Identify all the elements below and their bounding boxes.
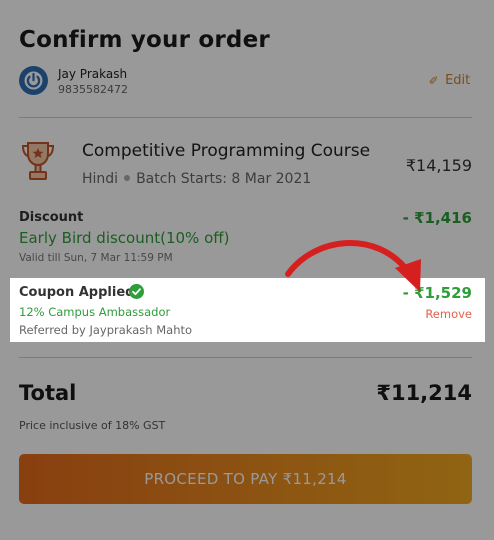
total-amount: ₹11,214 <box>376 381 472 405</box>
divider <box>19 357 472 358</box>
discount-name: Early Bird discount(10% off) <box>19 229 230 247</box>
discount-amount: - ₹1,416 <box>402 209 472 227</box>
discount-validity: Valid till Sun, 7 Mar 11:59 PM <box>19 252 173 264</box>
course-batch: Batch Starts: 8 Mar 2021 <box>136 171 312 187</box>
course-language: Hindi <box>82 171 119 187</box>
remove-coupon-button[interactable]: Remove <box>425 307 472 321</box>
coupon-name: 12% Campus Ambassador <box>19 305 171 319</box>
user-phone: 9835582472 <box>58 83 128 96</box>
course-title: Competitive Programming Course <box>82 141 371 161</box>
total-label: Total <box>19 381 77 405</box>
power-icon <box>24 71 43 90</box>
curved-arrow-icon <box>285 239 421 292</box>
course-meta: Hindi Batch Starts: 8 Mar 2021 <box>82 171 311 187</box>
pencil-icon: ✏ <box>425 71 443 89</box>
page-title: Confirm your order <box>19 27 270 53</box>
separator-dot <box>124 175 131 181</box>
user-name: Jay Prakash <box>58 67 128 81</box>
edit-button[interactable]: ✏ Edit <box>425 71 471 89</box>
proceed-to-pay-button[interactable]: PROCEED TO PAY ₹11,214 <box>19 454 472 504</box>
discount-label: Discount <box>19 210 84 225</box>
gst-note: Price inclusive of 18% GST <box>19 419 166 432</box>
coupon-label: Coupon Applied <box>19 285 135 300</box>
divider <box>19 117 472 118</box>
coupon-referrer: Referred by Jayprakash Mahto <box>19 323 193 337</box>
avatar <box>19 66 48 95</box>
edit-label: Edit <box>445 73 471 88</box>
course-price: ₹14,159 <box>405 156 472 175</box>
trophy-icon <box>21 142 55 180</box>
check-circle-icon <box>129 284 144 299</box>
